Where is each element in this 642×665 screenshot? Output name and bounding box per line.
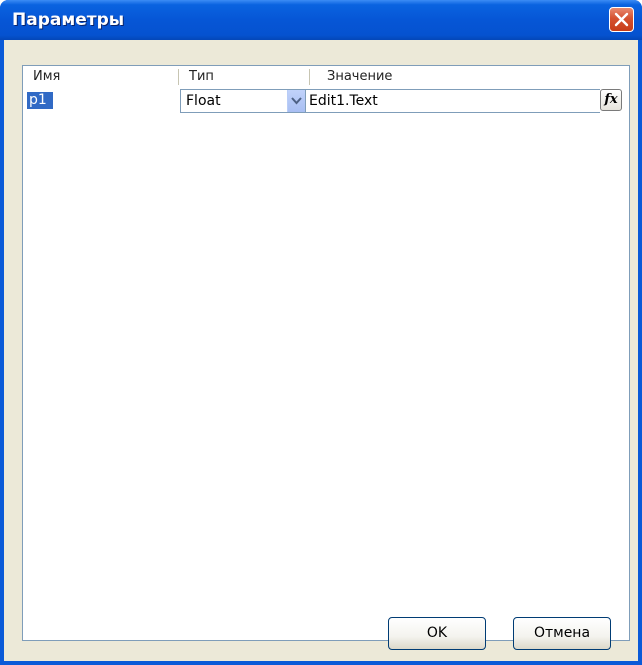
value-input[interactable]: Edit1.Text <box>306 89 600 113</box>
title-bar[interactable]: Параметры <box>0 0 642 40</box>
chevron-down-icon <box>291 97 302 105</box>
type-dropdown-button[interactable] <box>287 90 305 112</box>
name-value[interactable]: p1 <box>27 92 53 109</box>
ok-button[interactable]: OK <box>388 617 486 650</box>
dialog-client-area: Имя Тип Значение p1 Float Edit1.Text fx … <box>4 40 638 661</box>
close-icon <box>614 12 629 27</box>
value-text: Edit1.Text <box>309 93 378 109</box>
parameters-dialog: Параметры Имя Тип Значение p1 Float Edit… <box>0 0 642 665</box>
column-header-value[interactable]: Значение <box>310 66 610 88</box>
cancel-button[interactable]: Отмена <box>513 617 611 650</box>
grid-header: Имя Тип Значение <box>23 66 629 88</box>
close-button[interactable] <box>609 7 634 32</box>
table-row[interactable]: p1 Float Edit1.Text fx <box>23 89 629 113</box>
column-header-name[interactable]: Имя <box>23 66 178 88</box>
window-title: Параметры <box>12 10 125 30</box>
column-header-type[interactable]: Тип <box>179 66 309 88</box>
type-select[interactable]: Float <box>180 89 306 113</box>
type-value: Float <box>186 93 221 109</box>
fx-icon: fx <box>604 92 618 107</box>
name-cell[interactable]: p1 <box>23 89 176 113</box>
parameters-grid[interactable]: Имя Тип Значение p1 Float Edit1.Text fx <box>22 65 630 641</box>
function-button[interactable]: fx <box>600 89 622 111</box>
